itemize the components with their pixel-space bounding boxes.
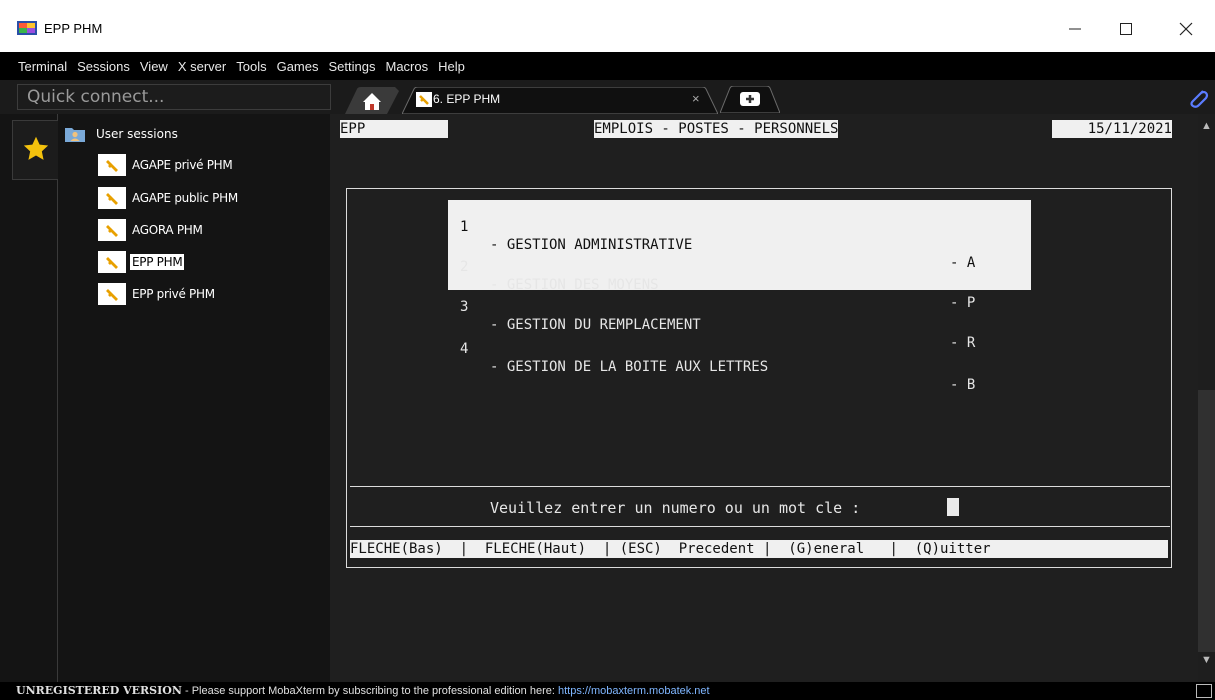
menu-option-key: - B (950, 377, 976, 393)
close-icon (1179, 22, 1193, 36)
tab-close-icon[interactable]: × (692, 91, 700, 106)
session-item-agape-prive-phm[interactable]: AGAPE privé PHM (98, 154, 234, 176)
home-tab[interactable] (345, 87, 399, 114)
key-icon (98, 154, 126, 176)
menu-terminal[interactable]: Terminal (18, 59, 67, 74)
menu-option-label: - GESTION DE LA BOITE AUX LETTRES (490, 359, 769, 375)
menu-option-number: 1 (460, 219, 469, 235)
session-sidebar: User sessions AGAPE privé PHM AGAPE publ… (0, 114, 330, 682)
key-icon (98, 283, 126, 305)
session-item-epp-phm[interactable]: EPP PHM (98, 251, 185, 273)
divider (350, 526, 1170, 527)
menu-view[interactable]: View (140, 59, 168, 74)
terminal-header-title: EMPLOIS - POSTES - PERSONNELS (594, 120, 839, 138)
title-bar: EPP PHM (0, 0, 1215, 52)
maximize-button[interactable] (1111, 18, 1141, 40)
terminal-view[interactable]: EPP EMPLOIS - POSTES - PERSONNELS 15/11/… (330, 114, 1198, 682)
key-icon (416, 92, 432, 107)
key-icon (98, 219, 126, 241)
terminal-footer-keys: FLECHE(Bas) | FLECHE(Haut) | (ESC) Prece… (350, 540, 1168, 558)
menu-option-4[interactable]: 4 - GESTION DE LA BOITE AUX LETTRES - B (448, 322, 1031, 412)
menu-option-number: 3 (460, 299, 469, 315)
divider (350, 486, 1170, 487)
session-label: AGAPE privé PHM (132, 158, 233, 172)
close-button[interactable] (1171, 18, 1201, 40)
paperclip-icon[interactable] (1187, 87, 1209, 109)
menu-bar: Terminal Sessions View X server Tools Ga… (0, 52, 1215, 80)
terminal-header-app: EPP (340, 120, 448, 138)
terminal-cursor (947, 498, 959, 516)
new-tab-button[interactable] (720, 86, 780, 113)
scroll-down-icon[interactable]: ▼ (1198, 654, 1215, 668)
session-item-agora-phm[interactable]: AGORA PHM (98, 219, 205, 241)
session-item-agape-public-phm[interactable]: AGAPE public PHM (98, 187, 240, 209)
star-icon (23, 136, 49, 160)
user-folder-icon (65, 128, 85, 142)
session-item-epp-prive-phm[interactable]: EPP privé PHM (98, 283, 217, 305)
terminal-scrollbar[interactable]: ▲ ▼ (1198, 114, 1215, 682)
user-sessions-label: User sessions (96, 127, 178, 141)
menu-macros[interactable]: Macros (385, 59, 428, 74)
tab-row: Quick connect... 6. EPP PHM × (0, 80, 1215, 114)
menu-settings[interactable]: Settings (329, 59, 376, 74)
plus-icon (740, 92, 760, 106)
monitor-icon (1196, 684, 1212, 698)
menu-sessions[interactable]: Sessions (77, 59, 130, 74)
window-title: EPP PHM (44, 21, 103, 36)
session-label: EPP PHM (130, 254, 185, 270)
session-label: AGAPE public PHM (132, 191, 238, 205)
tab-label: 6. EPP PHM (433, 92, 501, 106)
key-icon (98, 251, 126, 273)
menu-help[interactable]: Help (438, 59, 465, 74)
maximize-icon (1120, 23, 1132, 35)
menu-option-number: 4 (460, 341, 469, 357)
menu-option-number: 2 (460, 259, 469, 275)
menu-x-server[interactable]: X server (178, 59, 226, 74)
terminal-header-date: 15/11/2021 (1052, 120, 1172, 138)
terminal-prompt: Veuillez entrer un numero ou un mot cle … (490, 499, 861, 517)
status-bar: UNREGISTERED VERSION - Please support Mo… (0, 682, 1215, 700)
mobaxterm-icon (17, 21, 37, 35)
session-label: AGORA PHM (132, 223, 203, 237)
scroll-thumb[interactable] (1198, 390, 1215, 652)
user-sessions-folder[interactable]: User sessions (64, 125, 178, 143)
mobaxterm-link[interactable]: https://mobaxterm.mobatek.net (558, 685, 710, 697)
menu-games[interactable]: Games (277, 59, 319, 74)
key-icon (98, 187, 126, 209)
unregistered-label: UNREGISTERED VERSION (16, 684, 182, 697)
status-message: - Please support MobaXterm by subscribin… (181, 685, 558, 697)
menu-tools[interactable]: Tools (236, 59, 266, 74)
favorites-tab[interactable] (12, 120, 58, 180)
scroll-up-icon[interactable]: ▲ (1198, 120, 1215, 134)
minimize-button[interactable] (1060, 18, 1090, 40)
minimize-icon (1069, 28, 1081, 30)
sidebar-tab-strip (14, 114, 58, 682)
quick-connect-input[interactable]: Quick connect... (17, 84, 331, 110)
session-label: EPP privé PHM (132, 287, 215, 301)
